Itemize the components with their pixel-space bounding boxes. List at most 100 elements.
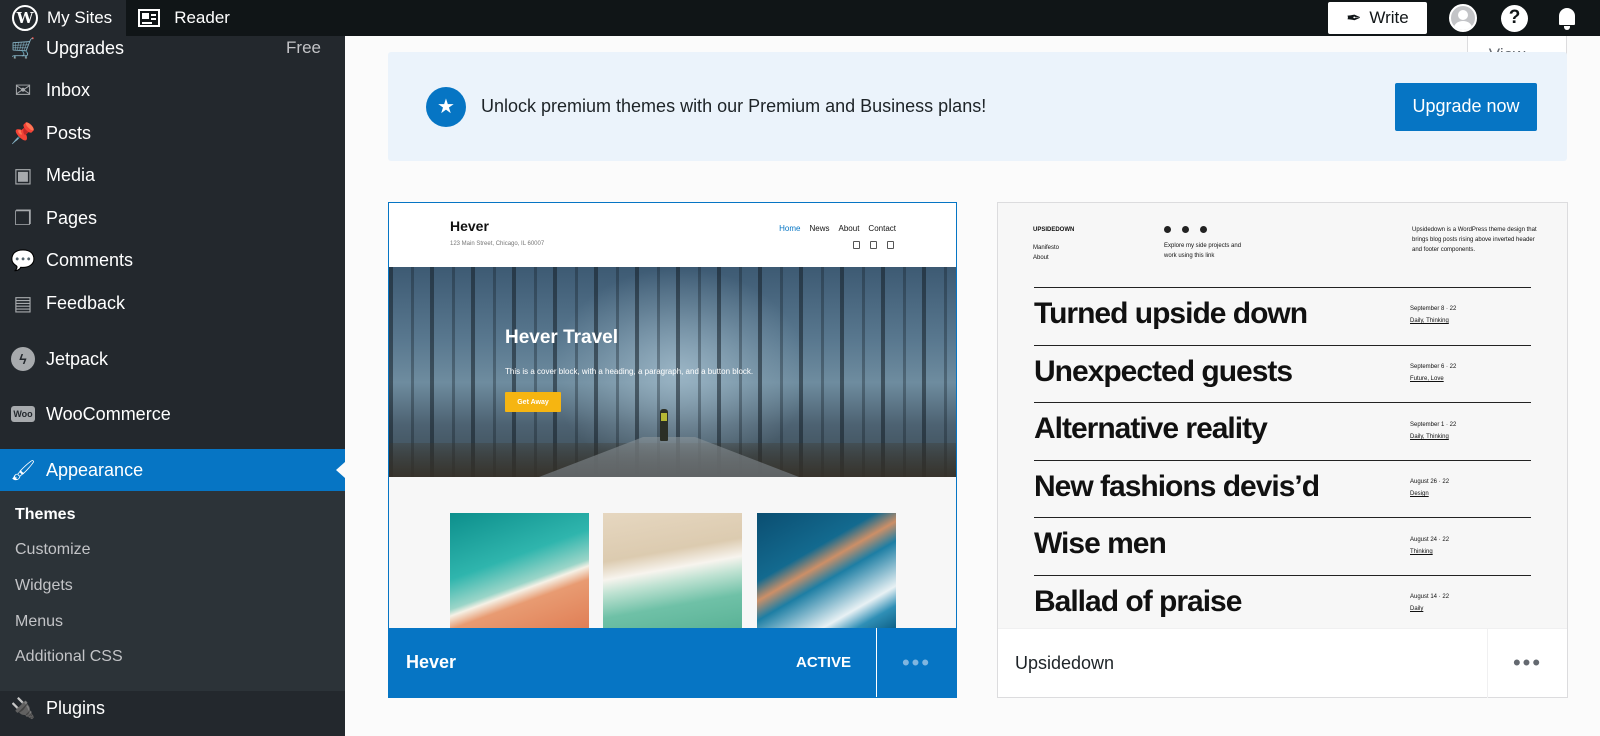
woocommerce-icon: Woo [11, 402, 35, 426]
preview-post-title: Ballad of praise [1034, 585, 1242, 618]
preview-nav: Home News About Contact [779, 224, 896, 233]
preview-menu: Manifesto About [1033, 243, 1059, 263]
sidebar: 🛒 Upgrades Free ✉ Inbox 📌 Posts ▣ Media … [0, 36, 345, 736]
preview-nav-item: Contact [868, 224, 896, 233]
avatar[interactable] [1449, 4, 1477, 32]
upgrade-banner: ★ Unlock premium themes with our Premium… [388, 52, 1567, 161]
sidebar-item-jetpack[interactable]: ϟ Jetpack [0, 338, 345, 380]
active-badge: ACTIVE [795, 654, 851, 671]
masterbar: W My Sites Reader ✒ Write ? [0, 0, 1600, 36]
preview-cover-button: Get Away [505, 392, 561, 412]
preview-site-title: Hever [450, 218, 489, 234]
sidebar-item-woocommerce[interactable]: Woo WooCommerce [0, 393, 345, 435]
submenu-widgets[interactable]: Widgets [15, 577, 73, 595]
appearance-submenu: Themes Customize Widgets Menus Additiona… [0, 491, 345, 691]
ocean-image [757, 513, 896, 629]
divider [1034, 402, 1531, 403]
preview-brand: UPSIDEDOWN [1033, 227, 1075, 233]
plan-badge: Free [286, 38, 321, 57]
facebook-icon [853, 241, 860, 249]
preview-cover-text: This is a cover block, with a heading, a… [505, 367, 754, 376]
theme-card-footer: Hever ACTIVE ••• [389, 628, 956, 697]
explore-line: work using this link [1164, 253, 1215, 259]
explore-line: Explore my side projects and [1164, 243, 1242, 249]
submenu-additional-css[interactable]: Additional CSS [15, 648, 123, 666]
sidebar-item-label: Upgrades [46, 37, 125, 58]
reader-button[interactable]: Reader [126, 0, 244, 36]
jetpack-icon: ϟ [11, 347, 35, 371]
divider [1034, 345, 1531, 346]
theme-preview-hever[interactable]: Hever 123 Main Street, Chicago, IL 60007… [389, 203, 956, 629]
help-icon[interactable]: ? [1501, 4, 1528, 32]
divider [1034, 517, 1531, 518]
github-icon [1164, 226, 1171, 233]
preview-header: Hever 123 Main Street, Chicago, IL 60007… [389, 203, 956, 267]
theme-card-hever[interactable]: Hever 123 Main Street, Chicago, IL 60007… [388, 202, 957, 698]
theme-card-upsidedown[interactable]: UPSIDEDOWN Manifesto About Explore my si… [997, 202, 1568, 698]
sidebar-item-feedback[interactable]: ▤ Feedback [0, 282, 345, 324]
reader-label: Reader [174, 8, 230, 27]
sidebar-item-media[interactable]: ▣ Media [0, 154, 345, 196]
my-sites-button[interactable]: W My Sites [0, 0, 127, 36]
preview-menu-item: Manifesto [1033, 245, 1060, 251]
sidebar-item-label: Comments [46, 249, 134, 270]
sidebar-item-label: Feedback [46, 292, 126, 313]
hiker-figure [660, 409, 668, 441]
beach-image [450, 513, 589, 629]
banner-text: Unlock premium themes with our Premium a… [481, 96, 987, 116]
preview-nav-item: News [809, 224, 830, 233]
preview-address: 123 Main Street, Chicago, IL 60007 [450, 241, 545, 247]
more-options-button[interactable]: ••• [1487, 628, 1567, 698]
theme-name: Upsidedown [1015, 652, 1115, 673]
sidebar-item-label: Jetpack [46, 348, 109, 369]
feather-icon: ✒ [1346, 7, 1362, 28]
instagram-icon [1182, 226, 1189, 233]
preview-post-title: New fashions devis’d [1034, 470, 1320, 503]
more-options-button[interactable]: ••• [876, 628, 956, 697]
submenu-customize[interactable]: Customize [15, 541, 91, 559]
comment-icon: 💬 [10, 249, 36, 272]
yelp-icon [887, 241, 894, 249]
preview-post-meta: September 1 · 22 Daily, Thinking [1410, 422, 1457, 440]
preview-description: Upsidedown is a WordPress theme design t… [1412, 227, 1537, 253]
sidebar-item-label: WooCommerce [46, 403, 171, 424]
submenu-themes[interactable]: Themes [15, 506, 75, 524]
cart-icon: 🛒 [10, 37, 36, 60]
sidebar-item-appearance[interactable]: 🖌 Appearance [0, 449, 345, 491]
submenu-menus[interactable]: Menus [15, 613, 63, 631]
sidebar-item-plugins[interactable]: 🔌 Plugins [0, 687, 345, 729]
sidebar-item-posts[interactable]: 📌 Posts [0, 112, 345, 154]
sidebar-item-comments[interactable]: 💬 Comments [0, 239, 345, 281]
write-label: Write [1369, 8, 1409, 27]
sidebar-item-upgrades[interactable]: 🛒 Upgrades Free [0, 36, 345, 69]
reader-icon [138, 9, 161, 27]
preview-post-title: Unexpected guests [1034, 355, 1293, 388]
theme-name: Hever [406, 652, 457, 672]
upgrade-now-button[interactable]: Upgrade now [1395, 82, 1537, 131]
preview-nav-item: Home [779, 224, 801, 233]
preview-post-meta: September 8 · 22 Daily, Thinking [1410, 306, 1457, 324]
notifications-bell-icon[interactable] [1556, 6, 1578, 30]
sidebar-item-label: Plugins [46, 697, 106, 718]
mail-icon: ✉ [14, 79, 32, 102]
divider [1034, 575, 1531, 576]
sidebar-item-inbox[interactable]: ✉ Inbox [0, 69, 345, 111]
write-button[interactable]: ✒ Write [1328, 2, 1427, 34]
instagram-icon [870, 241, 877, 249]
preview-social-icons [1164, 226, 1207, 233]
sidebar-item-label: Appearance [46, 459, 144, 480]
divider [1034, 287, 1531, 288]
sidebar-item-label: Posts [46, 122, 92, 143]
theme-card-footer: Upsidedown ••• [998, 628, 1567, 698]
preview-cover-title: Hever Travel [505, 327, 619, 348]
preview-post-meta: August 26 · 22 Design [1410, 479, 1450, 497]
theme-preview-upsidedown[interactable]: UPSIDEDOWN Manifesto About Explore my si… [998, 203, 1567, 629]
sidebar-item-label: Pages [46, 207, 98, 228]
twitter-icon [1200, 226, 1207, 233]
wordpress-logo-icon: W [12, 5, 38, 31]
plug-icon: 🔌 [10, 697, 36, 720]
preview-post-title: Wise men [1034, 527, 1167, 560]
sidebar-item-pages[interactable]: ❐ Pages [0, 197, 345, 239]
preview-post-meta: September 6 · 22 Future, Love [1410, 364, 1457, 382]
media-icon: ▣ [13, 164, 33, 187]
